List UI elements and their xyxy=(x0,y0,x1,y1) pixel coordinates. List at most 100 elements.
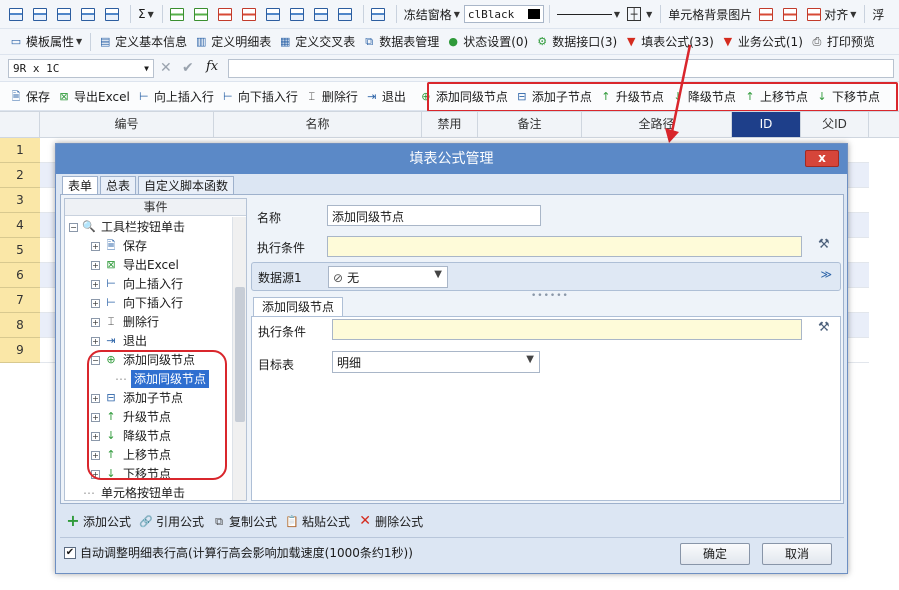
column-header-disabled[interactable]: 禁用 xyxy=(422,112,478,137)
table-manage-button[interactable]: ⧉ 数据表管理 xyxy=(359,32,442,52)
float-button[interactable]: 浮 xyxy=(869,4,887,24)
datasource-select[interactable]: ⊘ 无 ▼ xyxy=(328,266,448,288)
grid-icon-3[interactable] xyxy=(54,4,77,24)
row-header[interactable]: 4 xyxy=(0,213,40,238)
target-table-select[interactable]: 明细 ▼ xyxy=(332,351,540,373)
target-table-label: 目标表 xyxy=(258,358,295,372)
add-formula-button[interactable]: + 添加公式 xyxy=(66,513,131,530)
tree-node-save[interactable]: + 🗎 保存 xyxy=(91,237,147,255)
export-excel-button[interactable]: ⊠ 导出Excel xyxy=(54,86,133,106)
row-header[interactable]: 1 xyxy=(0,138,40,163)
copy-formula-button[interactable]: ⧉ 复制公式 xyxy=(212,513,277,530)
insert-icon-1[interactable] xyxy=(167,4,190,24)
sum-button[interactable]: Σ ▼ xyxy=(135,4,157,24)
merge-icon[interactable] xyxy=(368,4,391,24)
cancel-icon[interactable]: ✕ xyxy=(160,60,172,76)
template-props-button[interactable]: ▭ 模板属性 ▼ xyxy=(6,32,85,52)
data-interface-button[interactable]: ⚙ 数据接口(3) xyxy=(532,32,620,52)
confirm-icon[interactable]: ✔ xyxy=(182,60,194,76)
grid-icon-1[interactable] xyxy=(6,4,29,24)
tree-node-insert-above[interactable]: + ⊢ 向上插入行 xyxy=(91,275,183,293)
tree-node-cell-button-click[interactable]: ⋯ 单元格按钮单击 xyxy=(83,484,185,500)
delete-icon-1[interactable] xyxy=(215,4,238,24)
grid-icon-5[interactable] xyxy=(102,4,125,24)
name-label: 名称 xyxy=(257,211,282,225)
tree-scrollbar[interactable] xyxy=(232,217,246,500)
freeze-panes-button[interactable]: 冻结窗格 ▼ xyxy=(401,4,463,24)
column-header-parent-id[interactable]: 父ID xyxy=(801,112,869,137)
dialog-title: 填表公式管理 xyxy=(56,144,847,174)
format-icon-3[interactable] xyxy=(311,4,334,24)
column-header-name[interactable]: 名称 xyxy=(214,112,422,137)
format-icon-4[interactable] xyxy=(335,4,358,24)
column-header-code[interactable]: 编号 xyxy=(40,112,214,137)
datasource-label: 数据源1 xyxy=(258,271,302,285)
row-header[interactable]: 5 xyxy=(0,238,40,263)
color-select[interactable]: clBlack xyxy=(463,5,544,23)
condition-input[interactable] xyxy=(327,236,802,257)
corner-cell[interactable] xyxy=(0,112,40,137)
toolbar-design: ▭ 模板属性 ▼ ▤ 定义基本信息 ▥ 定义明细表 ▦ 定义交叉表 ⧉ 数据表管理 ● 状态设… xyxy=(0,29,899,55)
row-header[interactable]: 2 xyxy=(0,163,40,188)
annotation-arrow-icon xyxy=(665,44,692,143)
column-header-id[interactable]: ID xyxy=(732,112,801,137)
save-button[interactable]: 🗎 保存 xyxy=(6,86,53,106)
tree-node-delete-row[interactable]: + ⌶ 删除行 xyxy=(91,313,159,331)
grid-icon-4[interactable] xyxy=(78,4,101,24)
row-header[interactable]: 6 xyxy=(0,263,40,288)
status-settings-button[interactable]: ● 状态设置(0) xyxy=(443,32,531,52)
line-style-select[interactable]: ▼ xyxy=(554,4,623,24)
row-header[interactable]: 8 xyxy=(0,313,40,338)
close-button[interactable]: x xyxy=(805,150,839,167)
name-input[interactable]: 添加同级节点 xyxy=(327,205,541,226)
cancel-button[interactable]: 取消 xyxy=(762,543,832,565)
define-detail-button[interactable]: ▥ 定义明细表 xyxy=(191,32,274,52)
grid-icon-2[interactable] xyxy=(30,4,53,24)
row-header[interactable]: 3 xyxy=(0,188,40,213)
column-header-remark[interactable]: 备注 xyxy=(478,112,582,137)
row-header[interactable]: 9 xyxy=(0,338,40,363)
insert-row-below-button[interactable]: ⊢ 向下插入行 xyxy=(218,86,301,106)
insert-row-above-button[interactable]: ⊢ 向上插入行 xyxy=(134,86,217,106)
paste-formula-button[interactable]: 📋 粘贴公式 xyxy=(285,513,350,530)
tab-form[interactable]: 表单 xyxy=(62,176,99,195)
cell-bg-icon-2[interactable] xyxy=(780,4,803,24)
format-icon-2[interactable] xyxy=(287,4,310,24)
define-basic-button[interactable]: ▤ 定义基本信息 xyxy=(95,32,190,52)
event-tree-header: 事件 xyxy=(65,199,246,216)
splitter-grip-icon[interactable]: •••••• xyxy=(531,291,569,301)
border-button[interactable]: ┼ ▼ xyxy=(624,4,655,24)
exit-button[interactable]: ⇥ 退出 xyxy=(362,86,409,106)
datasource-panel: 数据源1 ⊘ 无 ▼ ≫ xyxy=(251,262,841,291)
function-icon[interactable]: fx xyxy=(206,59,218,74)
tree-node-exit[interactable]: + ⇥ 退出 xyxy=(91,332,147,350)
magic-wand-icon[interactable]: ⚒ xyxy=(818,237,830,252)
tree-node-toolbar-click[interactable]: − 🔍 工具栏按钮单击 xyxy=(69,218,185,236)
tree-scroll-thumb[interactable] xyxy=(235,287,245,422)
condition2-input[interactable] xyxy=(332,319,802,340)
print-preview-button[interactable]: ⎙ 打印预览 xyxy=(807,32,878,52)
column-header-fullpath[interactable]: 全路径 xyxy=(582,112,732,137)
reference-formula-button[interactable]: 🔗 引用公式 xyxy=(139,513,204,530)
name-box[interactable]: 9R x 1C ▼ xyxy=(8,59,154,78)
tree-node-export-excel[interactable]: + ⊠ 导出Excel xyxy=(91,256,179,274)
tree-node-insert-below[interactable]: + ⊢ 向下插入行 xyxy=(91,294,183,312)
insert-icon-2[interactable] xyxy=(191,4,214,24)
align-button[interactable]: 对齐 ▼ xyxy=(804,4,859,24)
cell-bg-image-button[interactable]: 单元格背景图片 xyxy=(665,4,755,24)
collapse-icon[interactable]: ≫ xyxy=(820,268,832,281)
auto-adjust-checkbox[interactable]: ✔ 自动调整明细表行高(计算行高会影响加载速度(1000条约1秒)) xyxy=(64,544,413,561)
delete-formula-button[interactable]: ✕ 删除公式 xyxy=(358,513,423,530)
tab-summary[interactable]: 总表 xyxy=(100,176,137,195)
delete-icon-2[interactable] xyxy=(239,4,262,24)
formula-input[interactable] xyxy=(228,59,894,78)
magic-wand-icon[interactable]: ⚒ xyxy=(818,320,830,335)
cell-bg-icon-1[interactable] xyxy=(756,4,779,24)
ok-button[interactable]: 确定 xyxy=(680,543,750,565)
delete-row-button[interactable]: ⌶ 删除行 xyxy=(302,86,361,106)
tab-custom-script[interactable]: 自定义脚本函数 xyxy=(138,176,235,195)
business-formula-button[interactable]: ▼ 业务公式(1) xyxy=(718,32,806,52)
format-icon-1[interactable] xyxy=(263,4,286,24)
define-cross-button[interactable]: ▦ 定义交叉表 xyxy=(275,32,358,52)
row-header[interactable]: 7 xyxy=(0,288,40,313)
